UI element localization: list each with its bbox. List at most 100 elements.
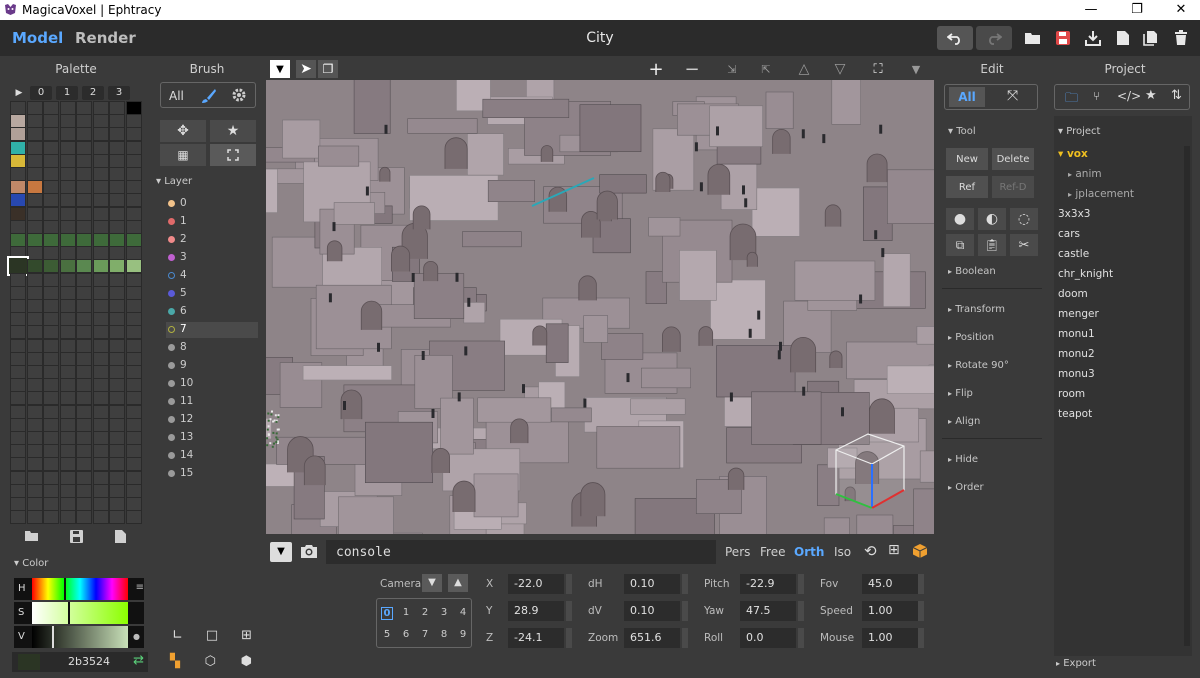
palette-swatch[interactable] [26,338,43,353]
camera-speed-slider[interactable] [918,601,924,621]
palette-swatch[interactable] [26,180,43,195]
palette-swatch[interactable] [10,483,26,498]
camera-y-field[interactable]: 28.9 [508,601,564,621]
palette-swatch[interactable] [109,167,125,181]
palette-swatch[interactable] [92,193,109,208]
fit-view-icon[interactable]: ⛶ [868,60,888,78]
layer-item-8[interactable]: 8 [166,340,258,356]
palette-swatch[interactable] [10,114,26,129]
camera-zoom-field[interactable]: 651.6 [624,628,680,648]
palette-swatch[interactable] [109,378,125,393]
palette-tab-0[interactable]: 0 [30,86,52,100]
palette-swatch[interactable] [125,457,142,472]
palette-swatch[interactable] [10,127,26,142]
palette-swatch[interactable] [26,470,43,485]
palette-swatch[interactable] [59,497,76,511]
camera-fov-field[interactable]: 45.0 [862,574,918,594]
palette-swatch[interactable] [26,193,43,208]
palette-swatch[interactable] [26,101,43,115]
palette-swatch[interactable] [43,404,59,419]
palette-swatch[interactable] [125,153,142,168]
camera-slot-3[interactable]: 3 [438,607,450,618]
palette-swatch[interactable] [26,497,43,511]
palette-swatch[interactable] [76,153,92,168]
swap-arrows-icon[interactable]: ⇄ [133,653,144,668]
palette-swatch[interactable] [92,365,109,379]
palette-swatch[interactable] [26,444,43,459]
palette-swatch[interactable] [59,365,76,379]
menu-icon[interactable]: ≡ [136,582,144,593]
palette-swatch[interactable] [26,272,43,287]
palette-swatch[interactable] [26,391,43,406]
palette-swatch[interactable] [10,206,26,221]
palette-swatch[interactable] [76,351,92,366]
palette-swatch[interactable] [92,153,109,168]
layer-item-5[interactable]: 5 [166,286,258,302]
saturation-gradient[interactable] [32,602,128,624]
palette-swatch[interactable] [125,285,142,300]
color-hex-value[interactable]: 2b3524 [68,655,110,668]
palette-swatch[interactable] [109,483,125,498]
cut-button[interactable]: ✂ [1010,234,1038,256]
palette-swatch[interactable] [10,457,26,472]
value-gradient[interactable] [32,626,128,648]
palette-swatch[interactable] [10,312,26,327]
palette-swatch[interactable] [10,391,26,406]
palette-swatch[interactable] [76,391,92,406]
palette-swatch[interactable] [10,404,26,419]
palette-swatch[interactable] [125,338,142,353]
project-scrollbar[interactable] [1184,146,1190,646]
camera-down-button[interactable]: ▼ [422,574,442,592]
camera-yaw-field[interactable]: 47.5 [740,601,796,621]
palette-swatch[interactable] [76,325,92,340]
hue-marker[interactable] [64,578,66,600]
palette-swatch[interactable] [26,299,43,313]
palette-swatch[interactable] [59,391,76,406]
palette-swatch[interactable] [59,140,76,155]
grid-tool-button[interactable]: ▦ [160,144,206,166]
palette-swatch[interactable] [76,285,92,300]
palette-swatch[interactable] [125,219,142,234]
palette-swatch[interactable] [76,140,92,155]
palette-swatch[interactable] [76,365,92,379]
cube-solid-icon[interactable]: ⬢ [241,654,252,670]
layer-item-2[interactable]: 2 [166,232,258,248]
palette-swatch[interactable] [10,299,26,313]
palette-swatch[interactable] [125,312,142,327]
palette-swatch[interactable] [59,444,76,459]
projection-orth[interactable]: Orth [794,545,824,559]
palette-swatch[interactable] [10,246,26,261]
palette-swatch[interactable] [125,444,142,459]
palette-swatch[interactable] [92,338,109,353]
collapse-arrow-icon[interactable]: ▾ [948,126,953,137]
palette-swatch[interactable] [76,510,92,525]
palette-swatch[interactable] [109,510,125,525]
palette-swatch[interactable] [43,510,59,525]
palette-swatch[interactable] [109,391,125,406]
camera-slot-4[interactable]: 4 [457,607,469,618]
palette-swatch[interactable] [92,417,109,432]
camera-dv-field[interactable]: 0.10 [624,601,680,621]
palette-swatch[interactable] [125,259,142,274]
palette-swatch[interactable] [76,219,92,234]
move-tool-button[interactable]: ✥ [160,120,206,142]
project-item[interactable]: 3x3x3 [1058,208,1090,220]
palette-swatch[interactable] [92,325,109,340]
triangle-up-icon[interactable]: △ [794,60,814,78]
orientation-cube[interactable] [826,428,910,512]
palette-tab-3[interactable]: 3 [108,86,130,100]
layer-item-15[interactable]: 15 [166,466,258,482]
palette-swatch[interactable] [125,365,142,379]
palette-swatch[interactable] [59,431,76,445]
palette-swatch[interactable] [125,167,142,181]
projection-pers[interactable]: Pers [725,545,750,559]
edit-section-3[interactable]: ▸ Rotate 90° [948,360,1009,371]
console-menu-icon[interactable]: ▼ [270,542,292,562]
palette-swatch[interactable] [125,180,142,195]
camera-slot-5[interactable]: 5 [381,629,393,640]
palette-swatch[interactable] [43,497,59,511]
palette-swatch[interactable] [10,193,26,208]
camera-x-slider[interactable] [566,574,572,594]
palette-swatch[interactable] [43,338,59,353]
zoom-in-icon[interactable]: + [646,59,666,80]
